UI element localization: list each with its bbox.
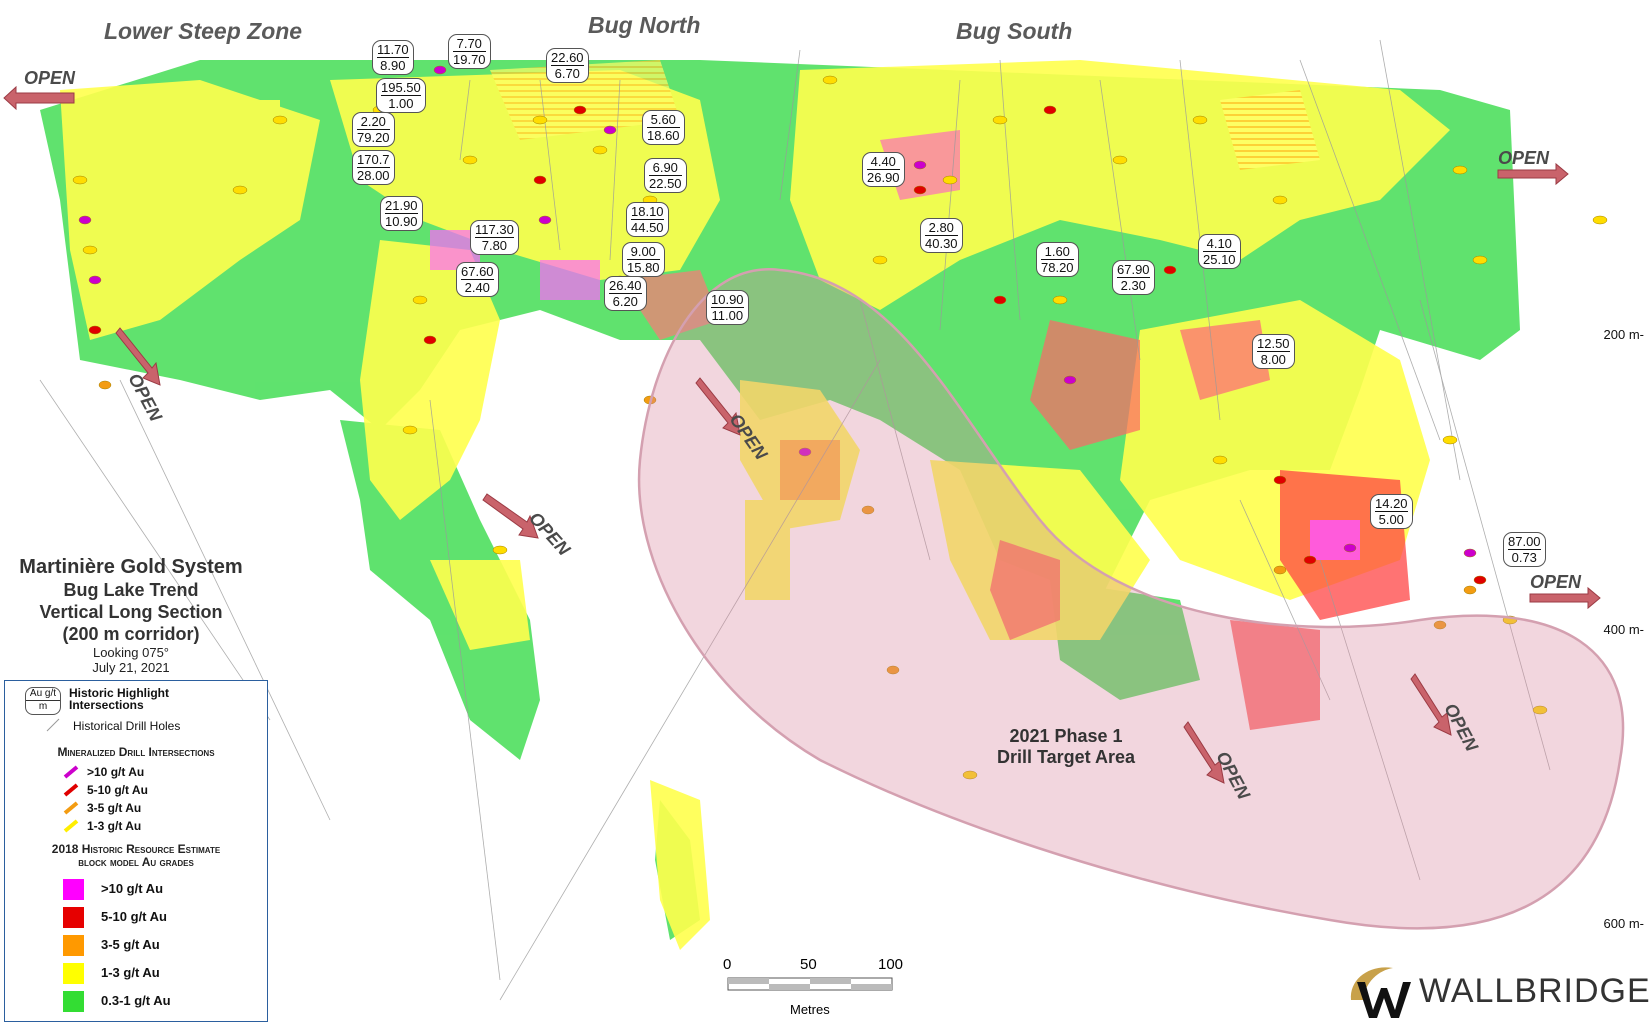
highlight-callout: 10.90 11.00 [706, 290, 749, 325]
section-title-line4: (200 m corridor) [62, 624, 200, 644]
legend-block-swatch [63, 963, 84, 984]
highlight-callout: 170.7 28.00 [352, 150, 395, 185]
wallbridge-logo-text: WALLBRIDGE [1419, 972, 1650, 1010]
section-title: Martinière Gold System Bug Lake Trend Ve… [0, 556, 262, 675]
legend-intersection-label: >10 g/t Au [87, 765, 145, 779]
scale-tick-0: 0 [723, 956, 732, 973]
legend: Au g/t m Historic Highlight Intersection… [4, 680, 268, 1022]
highlight-callout: 87.00 0.73 [1503, 532, 1546, 567]
highlight-callout: 2.80 40.30 [920, 218, 963, 253]
legend-resource-header: 2018 Historic Resource Estimate block mo… [51, 842, 221, 869]
highlight-callout: 67.90 2.30 [1112, 260, 1155, 295]
depth-label-400: 400 m- [1603, 622, 1644, 637]
wallbridge-logo: WALLBRIDGE [1343, 960, 1650, 1020]
section-title-line6: July 21, 2021 [92, 660, 170, 675]
legend-mineralized-header: Mineralized Drill Intersections [57, 745, 215, 759]
highlight-callout: 67.60 2.40 [456, 262, 499, 297]
highlight-callout: 7.70 19.70 [448, 34, 491, 69]
legend-callout-symbol: Au g/t m [25, 687, 61, 715]
legend-intersection-swatch [63, 801, 79, 815]
highlight-callout: 9.00 15.80 [622, 242, 665, 277]
legend-intersection-swatch [63, 819, 79, 833]
open-label-west: OPEN [24, 68, 76, 88]
open-label-east: OPEN [1498, 148, 1550, 168]
legend-intersection-label: 3-5 g/t Au [87, 801, 142, 815]
zone-title-lower-steep: Lower Steep Zone [104, 18, 303, 44]
legend-block-swatch [63, 991, 84, 1012]
scale-tick-50: 50 [800, 956, 817, 973]
legend-intersection-swatch [63, 783, 79, 797]
drill-target-label: 2021 Phase 1 Drill Target Area [996, 726, 1136, 767]
legend-block-label: 0.3-1 g/t Au [101, 993, 171, 1008]
highlight-callout: 1.60 78.20 [1036, 242, 1079, 277]
scale-bar [727, 977, 893, 991]
scale-unit: Metres [790, 1002, 830, 1017]
section-title-line1: Martinière Gold System [19, 556, 243, 578]
legend-drill-hole-symbol [46, 718, 60, 732]
highlight-callout: 21.90 10.90 [380, 196, 423, 231]
highlight-callout: 4.40 26.90 [862, 152, 905, 187]
zone-title-bug-south: Bug South [956, 18, 1073, 44]
open-label-east-lower: OPEN [1530, 572, 1582, 592]
section-title-line5: Looking 075° [92, 645, 170, 660]
highlight-callout: 117.30 7.80 [470, 220, 519, 255]
legend-intersection-label: 1-3 g/t Au [87, 819, 142, 833]
section-title-line3: Vertical Long Section [39, 602, 223, 622]
scale-tick-100: 100 [878, 956, 904, 973]
highlight-callout: 14.20 5.00 [1370, 494, 1413, 529]
section-title-line2: Bug Lake Trend [63, 580, 199, 600]
highlight-callout: 5.60 18.60 [642, 110, 685, 145]
legend-block-swatch [63, 907, 84, 928]
legend-block-label: >10 g/t Au [101, 881, 164, 896]
legend-intersection-label: 5-10 g/t Au [87, 783, 148, 797]
legend-intersection-swatch [63, 765, 79, 779]
highlight-callout: 11.70 8.90 [372, 40, 414, 75]
highlight-callout: 195.50 1.00 [376, 78, 426, 113]
legend-block-label: 3-5 g/t Au [101, 937, 160, 952]
legend-block-swatch [63, 935, 84, 956]
highlight-callout: 18.10 44.50 [626, 202, 669, 237]
highlight-callout: 26.40 6.20 [604, 276, 647, 311]
legend-historic-highlight: Historic Highlight Intersections [69, 686, 169, 712]
depth-label-200: 200 m- [1603, 327, 1644, 342]
legend-block-label: 1-3 g/t Au [101, 965, 160, 980]
legend-block-swatch [63, 879, 84, 900]
highlight-callout: 2.20 79.20 [352, 112, 395, 147]
highlight-callout: 12.50 8.00 [1252, 334, 1295, 369]
wallbridge-logo-icon [1350, 967, 1411, 1018]
depth-label-600: 600 m- [1603, 916, 1644, 931]
legend-block-label: 5-10 g/t Au [101, 909, 167, 924]
highlight-callout: 4.10 25.10 [1198, 234, 1241, 269]
zone-title-bug-north: Bug North [588, 12, 701, 38]
legend-historical-holes: Historical Drill Holes [73, 719, 181, 733]
highlight-callout: 6.90 22.50 [644, 158, 687, 193]
highlight-callout: 22.60 6.70 [546, 48, 589, 83]
